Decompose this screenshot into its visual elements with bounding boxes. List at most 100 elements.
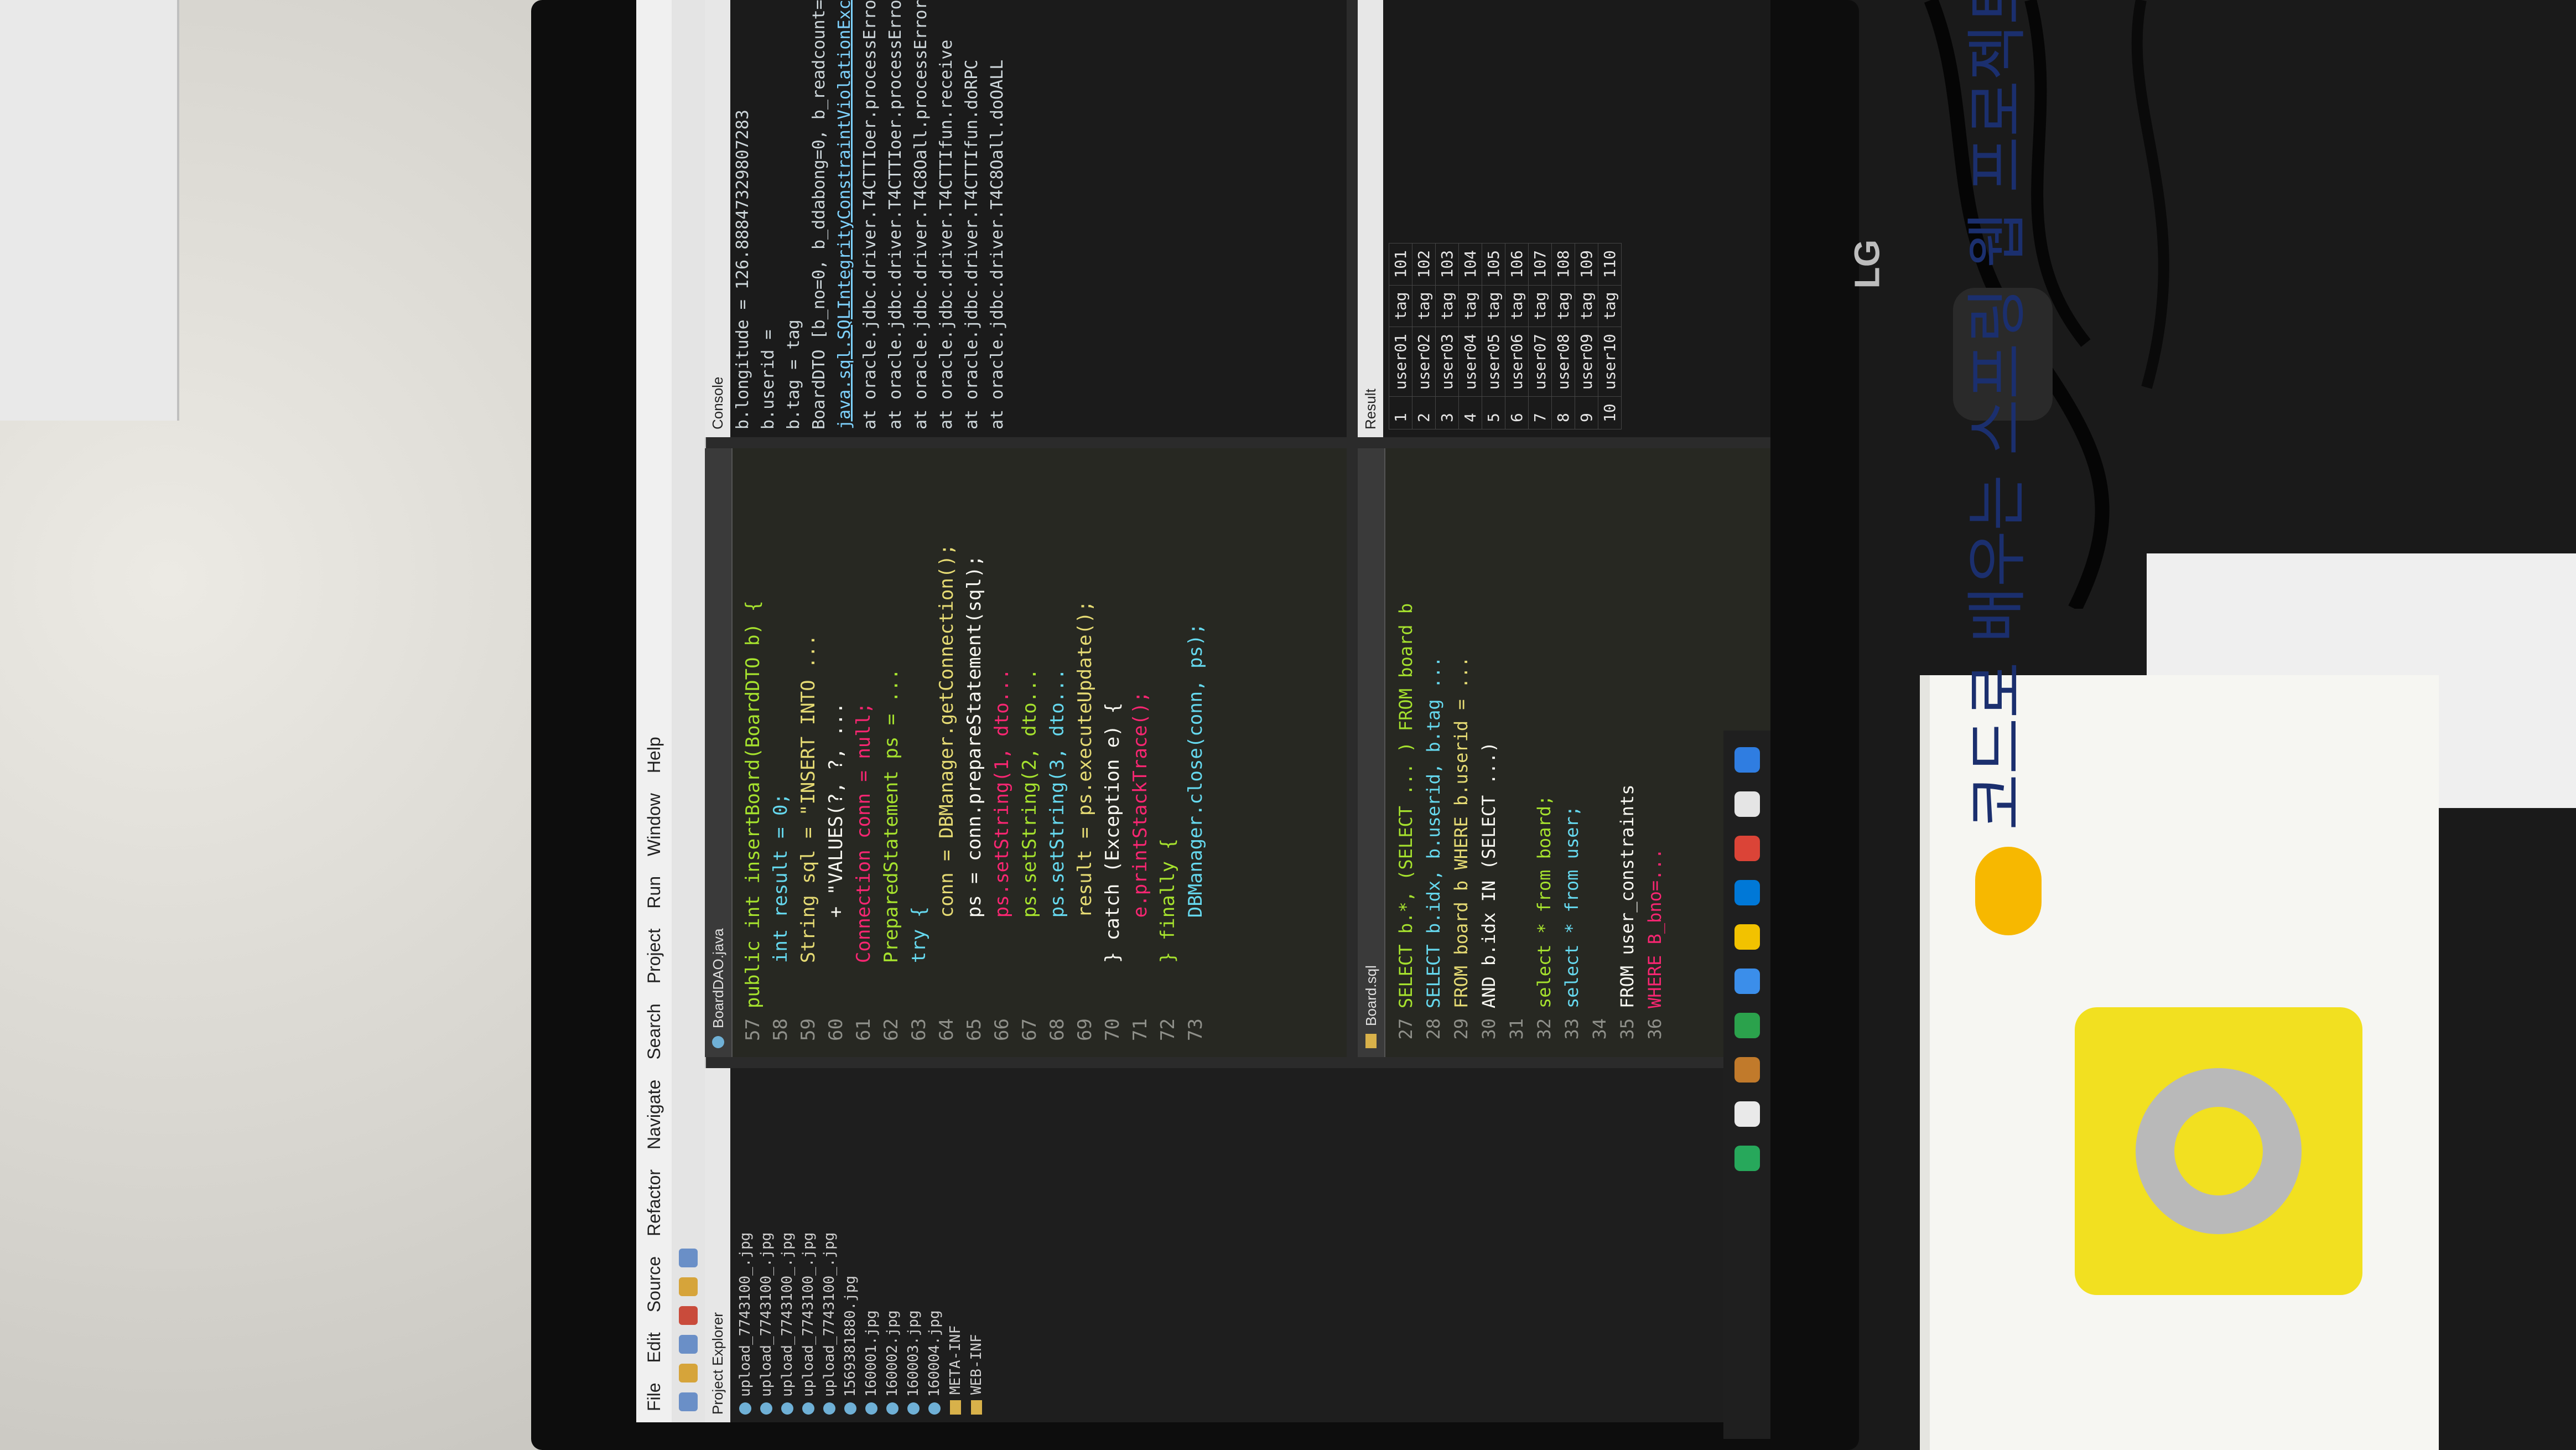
tree-item[interactable]: upload_7743100_.jpg <box>798 1076 819 1415</box>
tree-item[interactable]: 160001.jpg <box>861 1076 882 1415</box>
table-row[interactable]: 2 user02 tag 102 <box>1412 243 1436 429</box>
menu-item[interactable]: Edit <box>644 1332 664 1363</box>
code-text: + "VALUES(?, ?, ... <box>825 702 847 1008</box>
line-number: 73 <box>1185 1018 1207 1041</box>
console-line: b.userid = <box>759 329 778 429</box>
tree-item-label: WEB-INF <box>968 1334 985 1395</box>
save-icon[interactable] <box>679 1364 698 1382</box>
app-icon-2[interactable] <box>1734 1101 1760 1127</box>
table-row[interactable]: 7 user07 tag 107 <box>1528 243 1552 429</box>
tree-item[interactable]: 1569381880.jpg <box>840 1076 861 1415</box>
folder-icon[interactable] <box>1734 924 1760 950</box>
code-text: PreparedStatement ps = ... <box>880 668 902 1008</box>
table-cell: 105 <box>1482 243 1505 286</box>
monitor-screen: File Edit Source Refactor Navigate Search Proj… <box>636 0 1770 1422</box>
code-text: ps.setString(2, dto... <box>1019 668 1041 1008</box>
menu-item[interactable]: File <box>644 1382 664 1411</box>
table-row[interactable]: 10 user10 tag 110 <box>1598 243 1622 429</box>
tree-item[interactable]: META-INF <box>945 1076 966 1415</box>
sql-editor[interactable]: Board.sql 27 SELECT b.*, (SELECT ... ) FR… <box>1358 448 1770 1057</box>
menu-item[interactable]: Help <box>644 737 664 773</box>
menu-item[interactable]: Run <box>644 876 664 909</box>
app-icon[interactable] <box>1734 1013 1760 1038</box>
table-row[interactable]: 1 user01 tag 101 <box>1389 243 1412 429</box>
tree-item[interactable]: upload_7743100_.jpg <box>735 1076 756 1415</box>
table-cell: user09 <box>1575 327 1598 397</box>
code-text: SELECT b.*, (SELECT ... ) FROM board b <box>1395 603 1416 1008</box>
table-cell: tag <box>1528 285 1552 327</box>
code-line: 58 int result = 0; <box>767 448 794 1057</box>
table-row[interactable]: 3 user03 tag 103 <box>1435 243 1459 429</box>
task-view-icon[interactable] <box>1734 791 1760 817</box>
eclipse-icon[interactable] <box>1734 1057 1760 1083</box>
line-number: 34 <box>1589 1018 1610 1040</box>
line-number: 68 <box>1046 1018 1068 1041</box>
console-view[interactable]: Console b.longitude = 126.88847329807283… <box>705 0 1347 437</box>
java-editor[interactable]: BoardDAO.java 57 public int insertBoard(B… <box>705 448 1347 1057</box>
tree-item-label: 160002.jpg <box>884 1310 901 1397</box>
menu-item[interactable]: Project <box>644 929 664 984</box>
tree-item[interactable]: 160002.jpg <box>882 1076 903 1415</box>
table-cell: 103 <box>1435 243 1459 286</box>
search-icon[interactable] <box>679 1277 698 1296</box>
project-explorer-title: Project Explorer <box>705 1068 730 1422</box>
edge-icon[interactable] <box>1734 880 1760 905</box>
tree-item[interactable]: upload_7743100_.jpg <box>777 1076 798 1415</box>
table-cell: user08 <box>1551 327 1575 397</box>
new-file-icon[interactable] <box>679 1392 698 1411</box>
sql-code-area[interactable]: 27 SELECT b.*, (SELECT ... ) FROM board b… <box>1385 448 1669 1057</box>
table-row[interactable]: 4 user04 tag 104 <box>1458 243 1482 429</box>
image-file-icon <box>886 1402 899 1415</box>
code-line: 70 } catch (Exception e) { <box>1099 448 1126 1057</box>
menu-item[interactable]: Source <box>644 1256 664 1312</box>
image-file-icon <box>739 1402 751 1415</box>
tab-boarddao[interactable]: BoardDAO.java <box>705 448 733 1057</box>
tree-item[interactable]: 160003.jpg <box>903 1076 924 1415</box>
line-number: 60 <box>825 1018 847 1041</box>
code-text: AND b.idx IN (SELECT ...) <box>1478 742 1499 1008</box>
line-number: 57 <box>742 1018 764 1041</box>
table-cell: 6 <box>1505 396 1529 429</box>
tree-item[interactable]: upload_7743100_.jpg <box>819 1076 840 1415</box>
run-icon[interactable] <box>679 1306 698 1325</box>
code-text: select * from board; <box>1534 795 1555 1008</box>
line-number: 67 <box>1019 1018 1041 1041</box>
tab-sql[interactable]: Board.sql <box>1358 448 1385 1057</box>
line-number: 58 <box>770 1018 792 1041</box>
tree-item[interactable]: upload_7743100_.jpg <box>756 1076 777 1415</box>
code-text: select * from user; <box>1561 805 1582 1008</box>
menu-item[interactable]: Window <box>644 793 664 856</box>
chrome-icon[interactable] <box>1734 836 1760 861</box>
result-grid-view[interactable]: Result 1 user01 tag 101 2 user02 tag 102 3 user03… <box>1358 0 1770 437</box>
menu-item[interactable]: Navigate <box>644 1080 664 1149</box>
project-explorer: Project Explorer upload_7743100_.jpg uplo… <box>705 1068 1770 1422</box>
debug-icon[interactable] <box>679 1335 698 1354</box>
menu-item[interactable]: Search <box>644 1003 664 1059</box>
code-text: result = ps.executeUpdate(); <box>1074 600 1096 1008</box>
image-file-icon <box>781 1402 793 1415</box>
code-text: } finally { <box>1157 838 1179 1008</box>
table-row[interactable]: 9 user09 tag 109 <box>1575 243 1598 429</box>
table-row[interactable]: 5 user05 tag 105 <box>1482 243 1505 429</box>
console-line: at oracle.jdbc.driver.T4CTTIoer.processE… <box>860 0 880 429</box>
code-line: 65 ps = conn.prepareStatement(sql); <box>960 448 988 1057</box>
table-cell: 106 <box>1505 243 1529 286</box>
result-title: Result <box>1358 0 1383 437</box>
table-cell: 104 <box>1458 243 1482 286</box>
code-line: 35 FROM user_constraints <box>1613 448 1641 1057</box>
book-badge <box>1975 847 2042 935</box>
table-row[interactable]: 6 user06 tag 106 <box>1505 243 1529 429</box>
code-text: ps.setString(1, dto... <box>991 668 1013 1008</box>
code-area[interactable]: 57 public int insertBoard(BoardDTO b) {58… <box>733 448 1209 1057</box>
table-row[interactable]: 8 user08 tag 108 <box>1551 243 1575 429</box>
line-number: 33 <box>1561 1018 1582 1040</box>
tree-item[interactable]: WEB-INF <box>966 1076 987 1415</box>
line-number: 61 <box>853 1018 875 1041</box>
windows-start-icon[interactable] <box>1734 747 1760 773</box>
table-cell: tag <box>1389 285 1412 327</box>
package-icon[interactable] <box>679 1249 698 1267</box>
menu-item[interactable]: Refactor <box>644 1169 664 1236</box>
tree-item[interactable]: 160004.jpg <box>924 1076 945 1415</box>
store-icon[interactable] <box>1734 969 1760 994</box>
app-icon-3[interactable] <box>1734 1146 1760 1171</box>
